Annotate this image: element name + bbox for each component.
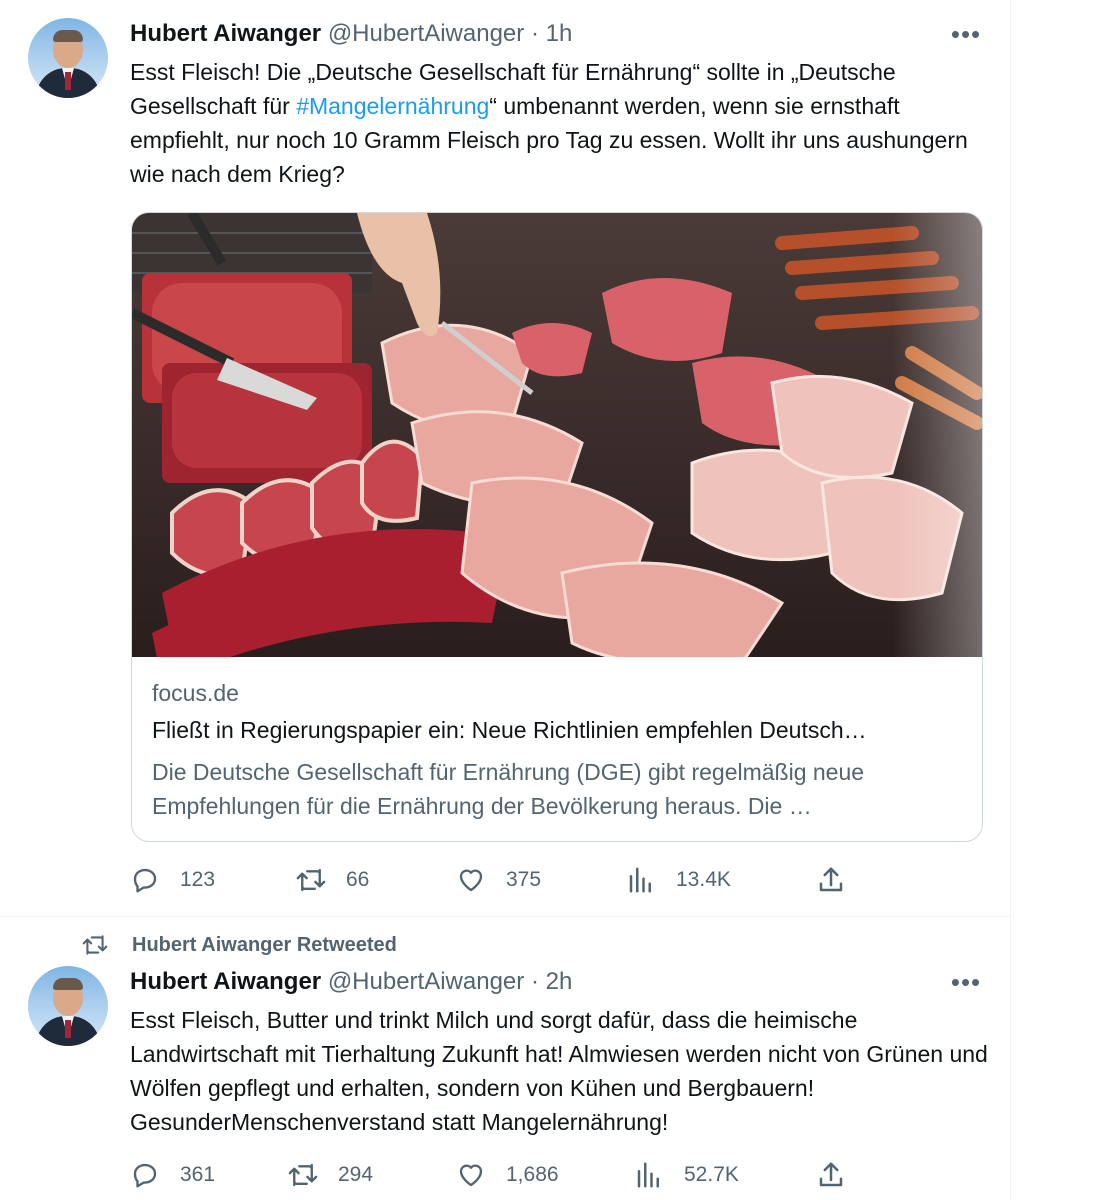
tweet-actions: 361 294 1,686 52.7K (130, 1155, 850, 1195)
card-image[interactable] (132, 213, 982, 657)
like-icon (459, 1164, 483, 1187)
retweeted-indicator[interactable]: Hubert Aiwanger Retweeted (80, 930, 397, 960)
share-icon (819, 1162, 843, 1187)
tweet-text: Esst Fleisch! Die „Deutsche Gesellschaft… (130, 55, 990, 191)
author-name[interactable]: Hubert Aiwanger (130, 20, 321, 47)
views-icon (629, 867, 651, 893)
author-avatar[interactable] (28, 18, 108, 98)
share-button[interactable] (816, 1155, 866, 1195)
retweet-button[interactable]: 66 (296, 860, 369, 900)
retweet-button[interactable]: 294 (288, 1155, 373, 1195)
retweet-icon (82, 935, 108, 955)
reply-count: 361 (180, 1163, 216, 1186)
retweet-count: 66 (346, 868, 370, 891)
reply-button[interactable]: 123 (130, 860, 215, 900)
reply-count: 123 (180, 868, 216, 891)
like-icon (459, 869, 483, 892)
like-button[interactable]: 1,686 (456, 1155, 559, 1195)
like-button[interactable]: 375 (456, 860, 541, 900)
author-name[interactable]: Hubert Aiwanger (130, 968, 321, 995)
retweet-icon (288, 1163, 318, 1187)
share-button[interactable] (816, 860, 866, 900)
reply-icon (133, 1163, 157, 1188)
tweet-actions: 123 66 375 13.4K (130, 860, 850, 900)
retweet-icon (296, 868, 326, 892)
author-avatar[interactable] (28, 966, 108, 1046)
tweet-text: Esst Fleisch, Butter und trinkt Milch un… (130, 1007, 988, 1135)
separator-dot: · (530, 968, 539, 995)
more-icon[interactable]: ••• (946, 969, 986, 1002)
separator-dot: · (530, 20, 539, 47)
retweet-count: 294 (338, 1163, 374, 1186)
card-description: Die Deutsche Gesellschaft für Ernährung … (152, 759, 865, 819)
like-count: 1,686 (506, 1163, 559, 1186)
author-handle[interactable]: @HubertAiwanger (328, 20, 524, 47)
tweet-divider (0, 916, 1010, 917)
author-handle[interactable]: @HubertAiwanger (328, 968, 524, 995)
like-count: 375 (506, 868, 542, 891)
reply-button[interactable]: 361 (130, 1155, 215, 1195)
views-count: 13.4K (676, 868, 731, 891)
column-border (1010, 0, 1011, 1200)
share-icon (819, 867, 843, 892)
link-card[interactable]: focus.de Fließt in Regierungspapier ein:… (131, 212, 983, 842)
tweet-time[interactable]: 2h (546, 968, 573, 995)
views-button[interactable]: 13.4K (626, 860, 731, 900)
card-title: Fließt in Regierungspapier ein: Neue Ric… (152, 717, 867, 743)
views-button[interactable]: 52.7K (634, 1155, 739, 1195)
card-domain: focus.de (152, 680, 239, 706)
views-icon (637, 1162, 659, 1188)
more-icon[interactable]: ••• (946, 21, 986, 54)
hashtag-link[interactable]: #Mangelernährung (296, 93, 489, 119)
reply-icon (133, 868, 157, 893)
views-count: 52.7K (684, 1163, 739, 1186)
tweet-time[interactable]: 1h (546, 20, 573, 47)
retweeted-by-label: Hubert Aiwanger Retweeted (132, 933, 397, 956)
tweet-header: Hubert Aiwanger @HubertAiwanger · 2h (130, 967, 572, 997)
tweet-header: Hubert Aiwanger @HubertAiwanger · 1h (130, 19, 572, 49)
